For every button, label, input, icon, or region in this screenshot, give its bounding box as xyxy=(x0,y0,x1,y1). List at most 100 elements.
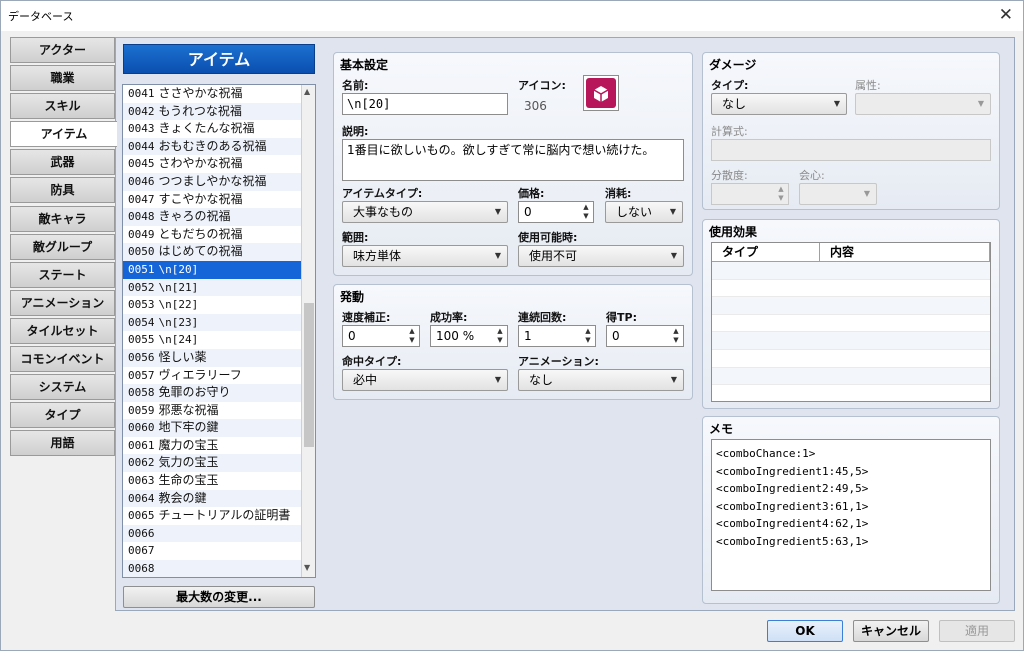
table-row[interactable] xyxy=(712,280,990,298)
element-dropdown[interactable]: ▼ xyxy=(855,93,991,115)
hit-type-dropdown[interactable]: 必中 ▼ xyxy=(342,369,508,391)
memo-field[interactable]: <comboChance:1> <comboIngredient1:45,5> <c… xyxy=(711,439,991,591)
list-item[interactable]: 0044 おもむきのある祝福 xyxy=(123,137,315,156)
spin-arrows-icon[interactable]: ▲ ▼ xyxy=(581,203,591,221)
success-stepper[interactable]: 100 % ▲ ▼ xyxy=(430,325,508,347)
list-item[interactable]: 0042 もうれつな祝福 xyxy=(123,102,315,121)
element-label: 属性: xyxy=(855,79,881,92)
tab-category[interactable]: システム xyxy=(10,374,115,401)
critical-dropdown[interactable]: ▼ xyxy=(799,183,877,205)
list-item[interactable]: 0059 邪悪な祝福 xyxy=(123,401,315,420)
list-item[interactable]: 0063 生命の宝玉 xyxy=(123,472,315,490)
table-row[interactable] xyxy=(712,315,990,333)
table-row[interactable] xyxy=(712,262,990,280)
spin-arrows-icon[interactable]: ▲ ▼ xyxy=(495,327,505,345)
list-item[interactable]: 0064 教会の鍵 xyxy=(123,489,315,508)
list-item[interactable]: 0058 免罪のお守り xyxy=(123,384,315,402)
change-max-button[interactable]: 最大数の変更... xyxy=(123,586,315,608)
item-id: 0062 xyxy=(128,456,155,470)
list-item[interactable]: 0049 ともだちの祝福 xyxy=(123,225,315,244)
item-type-dropdown[interactable]: 大事なもの ▼ xyxy=(342,201,508,223)
success-label: 成功率: xyxy=(430,311,468,324)
speed-stepper[interactable]: 0 ▲ ▼ xyxy=(342,325,420,347)
tab-category[interactable]: コモンイベント xyxy=(10,346,115,373)
list-item[interactable]: 0054 \n[23] xyxy=(123,313,315,332)
table-row[interactable] xyxy=(712,297,990,315)
formula-field[interactable] xyxy=(711,139,991,161)
tab-category[interactable]: アイテム xyxy=(10,121,117,148)
table-row[interactable] xyxy=(712,385,990,401)
list-item[interactable]: 0060 地下牢の鍵 xyxy=(123,419,315,437)
chevron-down-icon: ▼ xyxy=(863,189,870,198)
tab-category[interactable]: アニメーション xyxy=(10,289,115,316)
item-name: 邪悪な祝福 xyxy=(158,402,219,417)
list-item[interactable]: 0053 \n[22] xyxy=(123,296,315,314)
scroll-up-icon[interactable]: ▲ xyxy=(304,87,310,96)
memo-title: メモ xyxy=(709,422,734,436)
occasion-dropdown[interactable]: 使用不可 ▼ xyxy=(518,245,684,267)
scope-label: 範囲: xyxy=(342,231,369,244)
item-icon-picker[interactable] xyxy=(583,75,619,111)
spin-arrows-icon[interactable]: ▲ ▼ xyxy=(776,185,786,203)
list-item[interactable]: 0050 はじめての祝福 xyxy=(123,243,315,261)
tab-category[interactable]: 敵キャラ xyxy=(10,205,115,232)
effects-col-content: 内容 xyxy=(820,243,990,262)
apply-button[interactable]: 適用 xyxy=(939,620,1015,642)
list-item[interactable]: 0041 ささやかな祝福 xyxy=(123,85,315,103)
list-item[interactable]: 0061 魔力の宝玉 xyxy=(123,436,315,455)
scope-value: 味方単体 xyxy=(353,249,402,263)
list-item[interactable]: 0057 ヴィエラリーフ xyxy=(123,366,315,385)
list-item[interactable]: 0052 \n[21] xyxy=(123,278,315,297)
cancel-button[interactable]: キャンセル xyxy=(853,620,929,642)
item-name: チュートリアルの証明書 xyxy=(158,508,291,523)
list-scrollbar[interactable]: ▲ ▼ xyxy=(301,85,315,577)
spin-arrows-icon[interactable]: ▲ ▼ xyxy=(583,327,593,345)
effects-table[interactable]: タイプ 内容 xyxy=(711,242,991,402)
list-item[interactable]: 0051 \n[20] xyxy=(123,260,315,279)
table-row[interactable] xyxy=(712,332,990,350)
tab-category[interactable]: アクター xyxy=(10,37,115,63)
memo-line: <comboIngredient4:62,1> xyxy=(716,517,869,531)
scope-dropdown[interactable]: 味方単体 ▼ xyxy=(342,245,508,267)
tab-category[interactable]: 用語 xyxy=(10,430,115,457)
spin-arrows-icon[interactable]: ▲ ▼ xyxy=(671,327,681,345)
list-item[interactable]: 0047 すこやかな祝福 xyxy=(123,190,315,209)
tab-category[interactable]: 敵グループ xyxy=(10,233,115,260)
scroll-down-icon[interactable]: ▼ xyxy=(304,563,310,572)
list-item[interactable]: 0067 xyxy=(123,542,315,561)
table-row[interactable] xyxy=(712,367,990,386)
item-name: さわやかな祝福 xyxy=(158,156,243,171)
list-item[interactable]: 0048 きゃろの祝福 xyxy=(123,208,315,226)
consumable-dropdown[interactable]: しない ▼ xyxy=(605,201,683,223)
tp-gain-stepper[interactable]: 0 ▲ ▼ xyxy=(606,325,684,347)
list-item[interactable]: 0043 きょくたんな祝福 xyxy=(123,120,315,138)
list-item[interactable]: 0046 つつましやかな祝福 xyxy=(123,172,315,191)
spin-arrows-icon[interactable]: ▲ ▼ xyxy=(407,327,417,345)
price-stepper[interactable]: 0 ▲ ▼ xyxy=(518,201,594,223)
name-field[interactable]: \n[20] xyxy=(342,93,508,115)
list-item[interactable]: 0066 xyxy=(123,524,315,543)
repeat-stepper[interactable]: 1 ▲ ▼ xyxy=(518,325,596,347)
list-item[interactable]: 0055 \n[24] xyxy=(123,331,315,349)
close-icon[interactable]: ✕ xyxy=(999,5,1013,25)
tab-category[interactable]: タイプ xyxy=(10,402,115,429)
list-item[interactable]: 0065 チュートリアルの証明書 xyxy=(123,507,315,525)
tab-category[interactable]: 武器 xyxy=(10,149,115,176)
animation-dropdown[interactable]: なし ▼ xyxy=(518,369,684,391)
damage-type-dropdown[interactable]: なし ▼ xyxy=(711,93,847,115)
list-item[interactable]: 0056 怪しい薬 xyxy=(123,348,315,367)
ok-button[interactable]: OK xyxy=(767,620,843,642)
list-item[interactable]: 0068 xyxy=(123,560,315,577)
item-list[interactable]: 0041 ささやかな祝福 0042 もうれつな祝福 0043 きょくたんな祝福 0044 おも… xyxy=(122,84,316,578)
list-item[interactable]: 0045 さわやかな祝福 xyxy=(123,155,315,173)
table-row[interactable] xyxy=(712,350,990,368)
tab-category[interactable]: タイルセット xyxy=(10,317,115,344)
tab-category[interactable]: 防具 xyxy=(10,177,115,204)
tab-category[interactable]: スキル xyxy=(10,93,115,120)
scroll-thumb[interactable] xyxy=(304,303,314,447)
list-item[interactable]: 0062 気力の宝玉 xyxy=(123,454,315,473)
tab-category[interactable]: 職業 xyxy=(10,65,115,92)
variance-stepper[interactable]: ▲ ▼ xyxy=(711,183,789,205)
description-field[interactable]: 1番目に欲しいもの。欲しすぎて常に脳内で想い続けた。 xyxy=(342,139,684,181)
tab-category[interactable]: ステート xyxy=(10,261,115,288)
